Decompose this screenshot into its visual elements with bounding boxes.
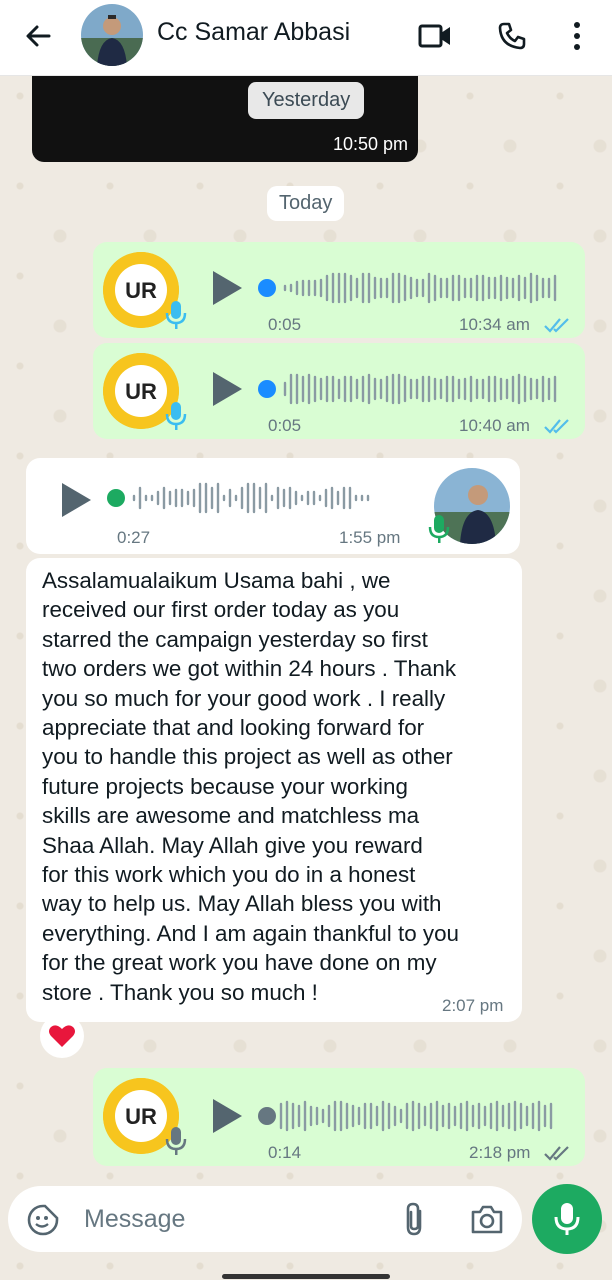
chat-header: Cc Samar Abbasi xyxy=(0,0,612,76)
reaction-badge[interactable] xyxy=(40,1014,84,1058)
message-time: 10:40 am xyxy=(459,416,530,435)
media-message[interactable]: Yesterday 10:50 pm xyxy=(32,70,418,162)
message-time: 10:50 pm xyxy=(332,134,408,154)
message-composer: Message xyxy=(8,1186,522,1252)
message-text: Assalamualaikum Usama bahi , we received… xyxy=(42,568,459,1005)
mic-icon xyxy=(165,1126,187,1156)
more-vertical-icon[interactable] xyxy=(557,16,597,56)
mic-icon xyxy=(165,300,187,330)
voice-waveform[interactable] xyxy=(257,371,567,407)
voice-duration: 0:05 xyxy=(268,416,302,435)
voice-message: 0:27 1:55 pm xyxy=(26,458,520,554)
voice-waveform[interactable] xyxy=(257,1098,567,1134)
heart-icon xyxy=(49,1025,75,1047)
message-time: 2:18 pm xyxy=(469,1143,531,1162)
voice-message: UR 0:14 2:18 pm xyxy=(93,1068,585,1166)
back-arrow-icon[interactable] xyxy=(20,18,56,54)
mic-icon xyxy=(428,514,450,544)
play-button[interactable] xyxy=(209,268,245,308)
voice-waveform[interactable] xyxy=(106,480,406,516)
video-call-icon[interactable] xyxy=(415,16,455,56)
svg-text:UR: UR xyxy=(125,1104,157,1129)
play-button[interactable] xyxy=(58,480,94,520)
double-check-icon xyxy=(544,318,569,333)
message-input[interactable]: Message xyxy=(84,1205,185,1234)
svg-text:UR: UR xyxy=(125,379,157,404)
yesterday-badge: Yesterday xyxy=(248,82,365,119)
voice-message: UR 0:05 10:34 am xyxy=(93,242,585,338)
voice-record-button[interactable] xyxy=(532,1184,602,1254)
double-check-icon xyxy=(544,1146,569,1161)
double-check-icon xyxy=(544,419,569,434)
camera-icon[interactable] xyxy=(470,1203,504,1240)
svg-text:UR: UR xyxy=(125,278,157,303)
emoji-sticker-icon[interactable] xyxy=(26,1203,60,1242)
voice-duration: 0:27 xyxy=(117,528,151,547)
message-time: 1:55 pm xyxy=(339,528,401,547)
message-time: 10:34 am xyxy=(459,315,530,334)
mic-icon xyxy=(165,401,187,431)
voice-waveform[interactable] xyxy=(257,270,567,306)
home-indicator[interactable] xyxy=(222,1274,390,1279)
attach-icon[interactable] xyxy=(402,1201,426,1242)
voice-duration: 0:05 xyxy=(268,315,302,334)
message-time: 2:07 pm xyxy=(442,996,504,1015)
voice-duration: 0:14 xyxy=(268,1143,302,1162)
date-divider: Today xyxy=(267,186,345,221)
play-button[interactable] xyxy=(209,369,245,409)
contact-avatar[interactable] xyxy=(81,4,143,66)
play-button[interactable] xyxy=(209,1096,245,1136)
mic-icon xyxy=(554,1203,580,1235)
voice-message: UR 0:05 10:40 am xyxy=(93,343,585,439)
phone-icon[interactable] xyxy=(492,16,532,56)
contact-name[interactable]: Cc Samar Abbasi xyxy=(157,18,350,47)
